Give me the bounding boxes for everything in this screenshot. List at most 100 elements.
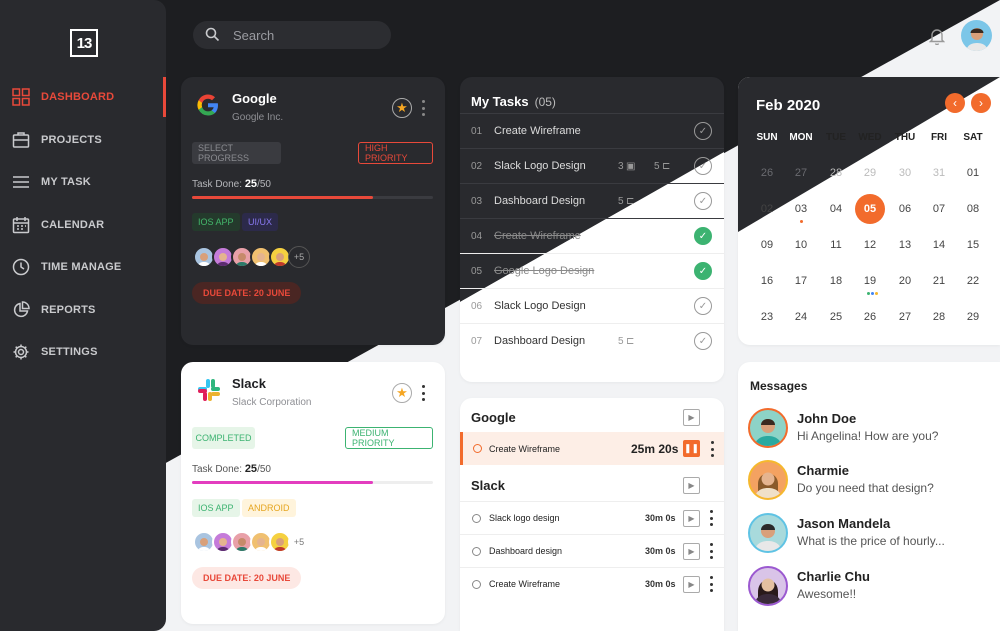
sidebar-item-projects[interactable]: PROJECTS: [0, 120, 166, 160]
gear-icon: [13, 344, 29, 360]
play-icon[interactable]: ▶: [683, 409, 700, 426]
project-card-google[interactable]: Google Google Inc. ★ SELECT PROGRESS HIG…: [181, 77, 445, 345]
search-placeholder[interactable]: Search: [233, 28, 274, 43]
timer-row[interactable]: Slack logo design 30m 0s ▶: [460, 501, 724, 534]
sidebar-item-settings[interactable]: SETTINGS: [0, 332, 166, 372]
avatar[interactable]: [748, 408, 788, 448]
checkbox-icon[interactable]: ✓: [694, 297, 712, 315]
sidebar-item-reports[interactable]: REPORTS: [0, 290, 166, 330]
calendar-day[interactable]: 23: [750, 311, 784, 323]
sidebar-item-time-manage[interactable]: TIME MANAGE: [0, 247, 166, 287]
task-row[interactable]: 01 Create Wireframe ✓: [460, 113, 724, 148]
calendar-day[interactable]: 26: [750, 167, 784, 179]
project-company: Slack Corporation: [232, 397, 312, 408]
sidebar-item-dashboard[interactable]: DASHBOARD: [0, 77, 166, 117]
progress-select[interactable]: SELECT PROGRESS: [192, 142, 281, 164]
calendar-day[interactable]: 22: [956, 275, 990, 287]
calendar-day[interactable]: 04: [819, 203, 853, 215]
calendar-day[interactable]: 12: [853, 239, 887, 251]
task-row[interactable]: 07 Dashboard Design 5 ⊏ ✓: [460, 323, 724, 358]
bell-icon[interactable]: [929, 27, 945, 45]
calendar-day[interactable]: 07: [922, 203, 956, 215]
avatar[interactable]: [748, 460, 788, 500]
calendar-day[interactable]: 03: [784, 203, 818, 215]
star-icon[interactable]: ★: [392, 98, 412, 118]
check-circle-icon[interactable]: ✓: [694, 227, 712, 245]
calendar-day[interactable]: 28: [819, 167, 853, 179]
calendar-day[interactable]: 08: [956, 203, 990, 215]
project-card-slack[interactable]: Slack Slack Corporation ★ COMPLETED MEDI…: [181, 362, 445, 624]
calendar-day[interactable]: 09: [750, 239, 784, 251]
status-badge[interactable]: COMPLETED: [192, 427, 255, 449]
calendar-day[interactable]: 19: [853, 275, 887, 287]
calendar-day[interactable]: 16: [750, 275, 784, 287]
calendar-day[interactable]: 30: [888, 167, 922, 179]
more-options-icon[interactable]: [421, 100, 425, 116]
calendar-day[interactable]: 15: [956, 239, 990, 251]
timer-row[interactable]: Dashboard design 30m 0s ▶: [460, 534, 724, 567]
calendar-day[interactable]: 10: [784, 239, 818, 251]
calendar-day[interactable]: 17: [784, 275, 818, 287]
more-members-badge[interactable]: +5: [288, 531, 310, 553]
due-date-badge: DUE DATE: 20 JUNE: [192, 567, 302, 589]
play-icon[interactable]: ▶: [683, 543, 700, 560]
calendar-day[interactable]: 29: [956, 311, 990, 323]
calendar-day[interactable]: 13: [888, 239, 922, 251]
task-row[interactable]: 06 Slack Logo Design ✓: [460, 288, 724, 323]
calendar-day[interactable]: 24: [784, 311, 818, 323]
more-options-icon[interactable]: [421, 385, 425, 401]
more-options-icon[interactable]: [709, 576, 713, 592]
avatar[interactable]: [748, 566, 788, 606]
checkbox-icon[interactable]: ✓: [694, 122, 712, 140]
calendar-day[interactable]: 01: [956, 167, 990, 179]
person-icon: [965, 28, 988, 51]
priority-badge[interactable]: HIGH PRIORITY: [358, 142, 433, 164]
calendar-day[interactable]: 18: [819, 275, 853, 287]
calendar-day[interactable]: 14: [922, 239, 956, 251]
calendar-day[interactable]: 11: [819, 239, 853, 251]
task-row[interactable]: 05 Google Logo Design ✓: [460, 253, 724, 288]
calendar-day[interactable]: 20: [888, 275, 922, 287]
calendar-day[interactable]: 21: [922, 275, 956, 287]
calendar-day[interactable]: 05: [855, 194, 885, 224]
person-icon: [754, 419, 782, 446]
priority-badge[interactable]: MEDIUM PRIORITY: [345, 427, 433, 449]
avatar[interactable]: [748, 513, 788, 553]
more-members-badge[interactable]: +5: [288, 246, 310, 268]
checkbox-icon[interactable]: ✓: [694, 157, 712, 175]
checkbox-icon[interactable]: ✓: [694, 332, 712, 350]
more-options-icon[interactable]: [710, 441, 714, 457]
task-row[interactable]: 02 Slack Logo Design 3 ▣ 5 ⊏ ✓: [460, 148, 724, 183]
app-logo[interactable]: 13: [70, 29, 98, 57]
pause-icon[interactable]: ❚❚: [683, 440, 700, 457]
chevron-left-icon[interactable]: ‹: [945, 93, 965, 113]
sidebar-item-calendar[interactable]: CALENDAR: [0, 205, 166, 245]
chevron-right-icon[interactable]: ›: [971, 93, 991, 113]
calendar-day[interactable]: 06: [888, 203, 922, 215]
timer-row-active[interactable]: Create Wireframe 25m 20s ❚❚: [460, 432, 724, 465]
project-company: Google Inc.: [232, 112, 284, 123]
calendar-day[interactable]: 27: [784, 167, 818, 179]
timer-row[interactable]: Create Wireframe 30m 0s ▶: [460, 567, 724, 600]
timer-group-title: Google: [471, 410, 516, 425]
play-icon[interactable]: ▶: [683, 510, 700, 527]
play-icon[interactable]: ▶: [683, 477, 700, 494]
calendar-day[interactable]: 25: [819, 311, 853, 323]
calendar-day[interactable]: 02: [750, 203, 784, 215]
play-icon[interactable]: ▶: [683, 576, 700, 593]
calendar-day[interactable]: 27: [888, 311, 922, 323]
search-bar[interactable]: Search: [193, 21, 391, 49]
task-row[interactable]: 03 Dashboard Design 5 ⊏ ✓: [460, 183, 724, 218]
check-circle-icon[interactable]: ✓: [694, 262, 712, 280]
more-options-icon[interactable]: [709, 510, 713, 526]
more-options-icon[interactable]: [709, 543, 713, 559]
user-avatar[interactable]: [961, 20, 992, 51]
calendar-day[interactable]: 26: [853, 311, 887, 323]
checkbox-icon[interactable]: ✓: [694, 192, 712, 210]
calendar-day[interactable]: 29: [853, 167, 887, 179]
calendar-day[interactable]: 28: [922, 311, 956, 323]
sidebar-item-my-task[interactable]: MY TASK: [0, 162, 166, 202]
calendar-day[interactable]: 31: [922, 167, 956, 179]
task-row[interactable]: 04 Create Wireframe ✓: [460, 218, 724, 253]
star-icon[interactable]: ★: [392, 383, 412, 403]
